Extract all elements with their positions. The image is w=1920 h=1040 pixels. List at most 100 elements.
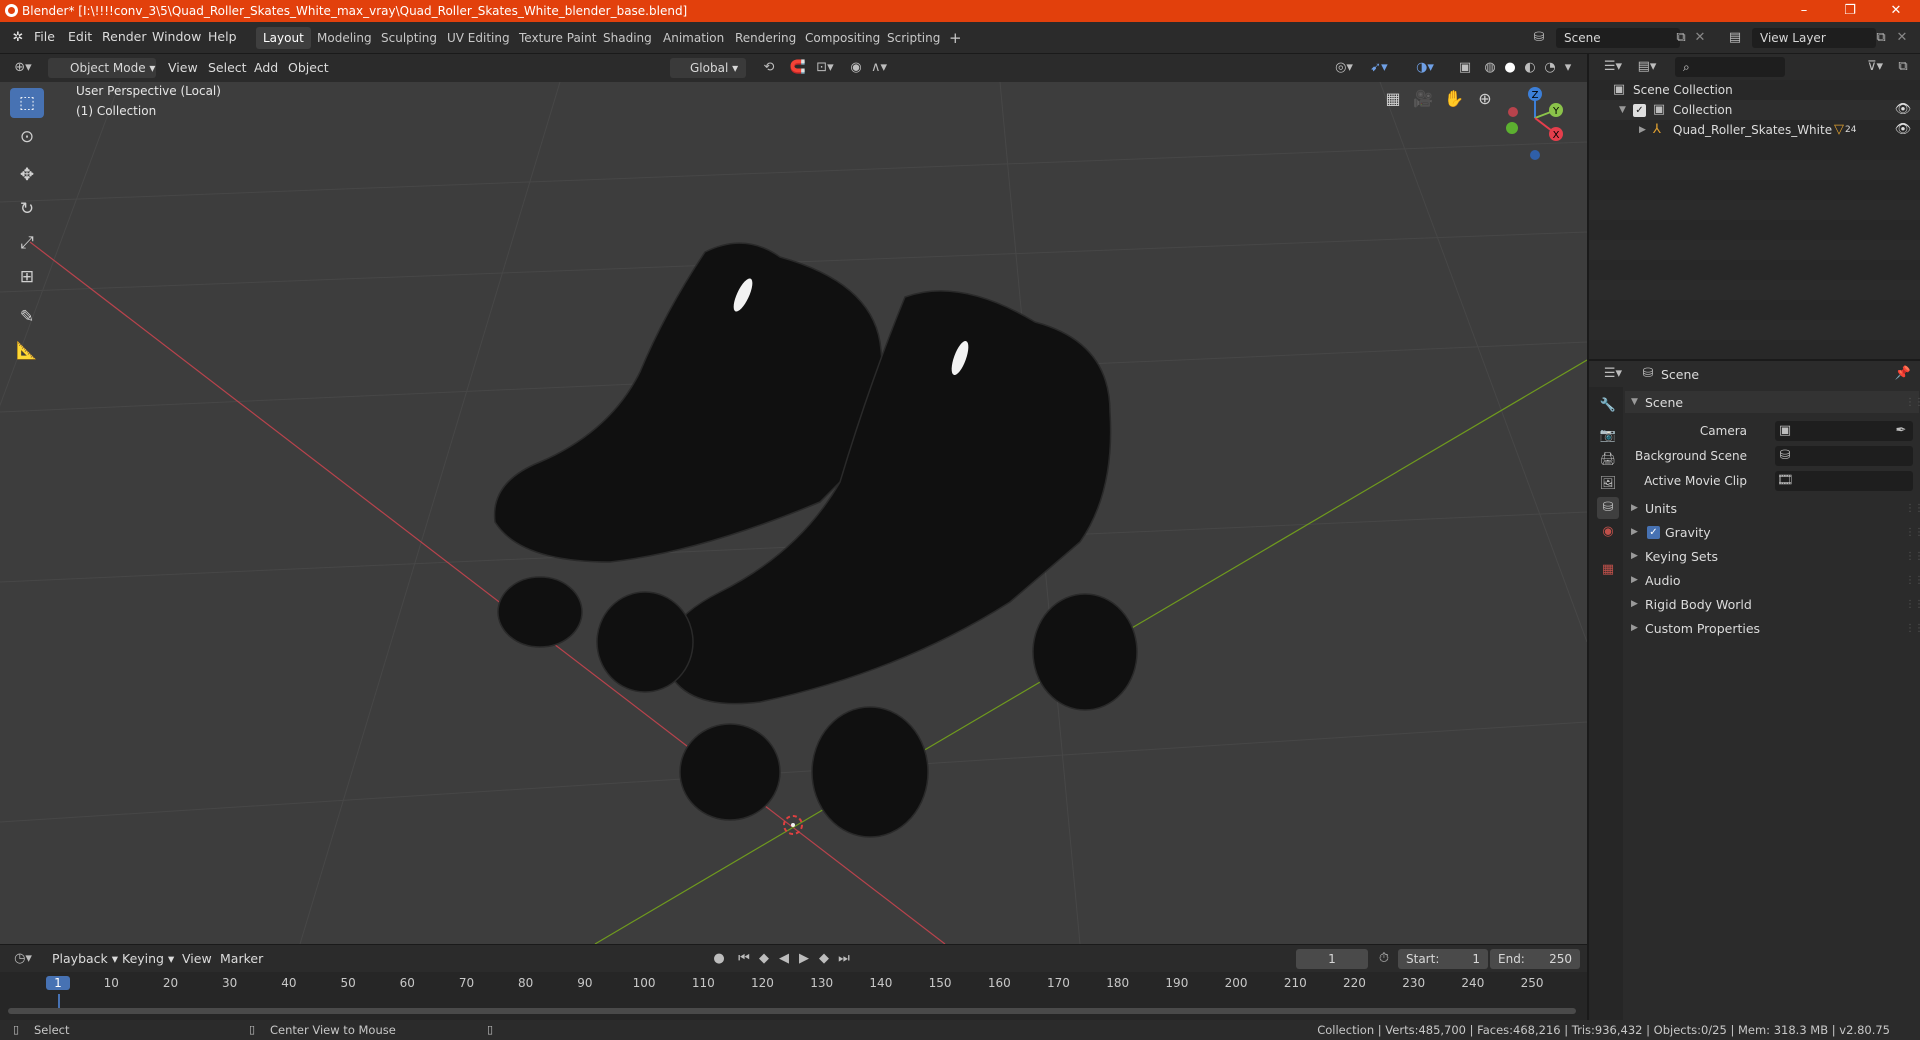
filter-icon[interactable]: ⊽▾ <box>1861 57 1889 77</box>
visibility-filter-icon[interactable]: ◎▾ <box>1330 58 1358 78</box>
shading-options-icon[interactable]: ▾ <box>1560 58 1576 78</box>
falloff-icon[interactable]: ∧▾ <box>866 58 892 78</box>
start-frame-field[interactable]: Start: 1 <box>1398 949 1488 969</box>
maximize-button[interactable]: ❐ <box>1828 0 1872 22</box>
timeline-editor-type-icon[interactable]: ◷▾ <box>8 949 38 969</box>
editor-type-icon[interactable]: ⊕▾ <box>8 58 38 78</box>
delete-scene-icon[interactable]: ✕ <box>1692 28 1708 48</box>
outliner-row-object[interactable]: ▶ ⅄ Quad_Roller_Skates_White ▽ 24 👁 <box>1589 120 1920 140</box>
keying-sets-panel-header[interactable]: ▶ Keying Sets ⋮⋮ <box>1625 545 1920 567</box>
menu-marker[interactable]: Marker <box>220 951 263 966</box>
new-collection-icon[interactable]: ⧉ <box>1893 57 1913 77</box>
navigation-gizmo[interactable]: Z Y X <box>1498 82 1568 162</box>
tool-tab-icon[interactable]: 🔧 <box>1597 395 1619 417</box>
tab-modeling[interactable]: Modeling <box>310 27 379 49</box>
gravity-checkbox[interactable]: ✓ <box>1647 526 1660 539</box>
proportional-edit-icon[interactable]: ◉ <box>846 58 866 78</box>
object-visibility-eye-icon[interactable]: 👁 <box>1893 120 1913 140</box>
active-movie-clip-field[interactable]: 🎞 <box>1775 471 1913 491</box>
properties-editor-type-icon[interactable]: ☰▾ <box>1599 364 1627 384</box>
next-keyframe-icon[interactable]: ◆ <box>814 949 834 969</box>
menu-keying[interactable]: Keying ▾ <box>122 951 174 966</box>
tab-uv-editing[interactable]: UV Editing <box>440 27 517 49</box>
drag-handle-icon[interactable]: ⋮⋮ <box>1905 503 1920 514</box>
record-icon[interactable]: ● <box>708 949 730 969</box>
new-view-layer-icon[interactable]: ⧉ <box>1872 28 1890 48</box>
delete-view-layer-icon[interactable]: ✕ <box>1894 28 1910 48</box>
scale-tool-icon[interactable]: ⤢ <box>10 228 44 258</box>
drag-handle-icon[interactable]: ⋮⋮ <box>1905 623 1920 634</box>
scene-browse-icon[interactable]: ⛁ <box>1526 28 1552 48</box>
pivot-point-icon[interactable]: ⟲ <box>756 58 782 78</box>
close-button[interactable]: ✕ <box>1874 0 1918 22</box>
world-tab-icon[interactable]: ◉ <box>1597 521 1619 543</box>
3d-viewport[interactable]: User Perspective (Local) (1) Collection … <box>0 82 1587 944</box>
menu-object[interactable]: Object <box>288 60 329 75</box>
transform-tool-icon[interactable]: ⊞ <box>10 262 44 292</box>
scene-selector[interactable]: Scene <box>1556 28 1680 48</box>
menu-file[interactable]: File <box>34 29 55 44</box>
jump-end-icon[interactable]: ⏭ <box>834 949 854 969</box>
drag-handle-icon[interactable]: ⋮⋮ <box>1905 599 1920 610</box>
outliner-row-scene-collection[interactable]: ▣ Scene Collection <box>1589 80 1920 100</box>
tab-compositing[interactable]: Compositing <box>798 27 887 49</box>
toggle-camera-view-icon[interactable]: ▦ <box>1379 85 1407 113</box>
blender-menu-icon[interactable]: ✲ <box>8 28 28 48</box>
play-reverse-icon[interactable]: ◀ <box>774 949 794 969</box>
scene-tab-icon[interactable]: ⛁ <box>1597 497 1619 519</box>
menu-view[interactable]: View <box>168 60 198 75</box>
outliner-row-collection[interactable]: ▼ ✓ ▣ Collection 👁 <box>1589 100 1920 120</box>
tab-rendering[interactable]: Rendering <box>728 27 803 49</box>
zoom-icon[interactable]: ⊕ <box>1471 85 1499 113</box>
drag-handle-icon[interactable]: ⋮⋮ <box>1905 551 1920 562</box>
pin-icon[interactable]: 📌 <box>1893 364 1913 384</box>
view-layer-selector[interactable]: View Layer <box>1752 28 1876 48</box>
audio-panel-header[interactable]: ▶ Audio ⋮⋮ <box>1625 569 1920 591</box>
play-icon[interactable]: ▶ <box>794 949 814 969</box>
annotate-tool-icon[interactable]: ✎ <box>10 302 44 332</box>
timeline-editor[interactable]: 1 10 20 30 40 50 60 70 80 90 100 110 120 130 140 150 160… <box>0 972 1587 1020</box>
tab-shading[interactable]: Shading <box>596 27 659 49</box>
stopwatch-icon[interactable]: ⏱ <box>1374 949 1394 969</box>
minimize-button[interactable]: – <box>1782 0 1826 22</box>
timeline-scrollbar[interactable] <box>8 1008 1576 1014</box>
tab-texture-paint[interactable]: Texture Paint <box>512 27 603 49</box>
rigid-body-world-panel-header[interactable]: ▶ Rigid Body World ⋮⋮ <box>1625 593 1920 615</box>
shading-rendered-icon[interactable]: ◔ <box>1540 58 1560 78</box>
current-frame-marker[interactable]: 1 <box>46 976 70 990</box>
camera-icon[interactable]: 🎥 <box>1409 85 1437 113</box>
outliner-editor-type-icon[interactable]: ☰▾ <box>1599 57 1627 77</box>
transform-orientation-dropdown[interactable]: Global ▾ <box>670 58 746 78</box>
move-tool-icon[interactable]: ✥ <box>10 160 44 190</box>
shading-solid-icon[interactable]: ● <box>1500 58 1520 78</box>
menu-window[interactable]: Window <box>152 29 201 44</box>
measure-tool-icon[interactable]: 📐 <box>10 336 44 366</box>
current-frame-field[interactable]: 1 <box>1296 949 1368 969</box>
outliner-search-input[interactable]: ⌕ <box>1675 57 1785 77</box>
view-layer-tab-icon[interactable]: 🖼 <box>1597 473 1619 495</box>
new-scene-icon[interactable]: ⧉ <box>1672 28 1690 48</box>
tab-layout[interactable]: Layout <box>256 27 311 49</box>
background-scene-field[interactable]: ⛁ <box>1775 446 1913 466</box>
xray-toggle-icon[interactable]: ▣ <box>1454 58 1476 78</box>
shading-material-icon[interactable]: ◐ <box>1520 58 1540 78</box>
end-frame-field[interactable]: End: 250 <box>1490 949 1580 969</box>
collection-visibility-eye-icon[interactable]: 👁 <box>1893 100 1913 120</box>
collection-exclude-checkbox[interactable]: ✓ <box>1633 104 1646 117</box>
output-tab-icon[interactable]: 🖨 <box>1597 449 1619 471</box>
gizmo-toggle-icon[interactable]: ➹▾ <box>1364 58 1394 78</box>
menu-help[interactable]: Help <box>208 29 237 44</box>
shading-wireframe-icon[interactable]: ◍ <box>1480 58 1500 78</box>
menu-render[interactable]: Render <box>102 29 147 44</box>
mode-selector[interactable]: Object Mode ▾ <box>48 58 156 78</box>
tab-sculpting[interactable]: Sculpting <box>374 27 444 49</box>
menu-timeline-view[interactable]: View <box>182 951 212 966</box>
cursor-tool-icon[interactable]: ⊙ <box>10 122 44 152</box>
view-layer-browse-icon[interactable]: ▤ <box>1722 28 1748 48</box>
menu-edit[interactable]: Edit <box>68 29 92 44</box>
gravity-panel-header[interactable]: ▶ ✓ Gravity ⋮⋮ <box>1625 521 1920 543</box>
units-panel-header[interactable]: ▶ Units ⋮⋮ <box>1625 497 1920 519</box>
tab-scripting[interactable]: Scripting <box>880 27 947 49</box>
display-mode-icon[interactable]: ▤▾ <box>1633 57 1661 77</box>
menu-add[interactable]: Add <box>254 60 278 75</box>
